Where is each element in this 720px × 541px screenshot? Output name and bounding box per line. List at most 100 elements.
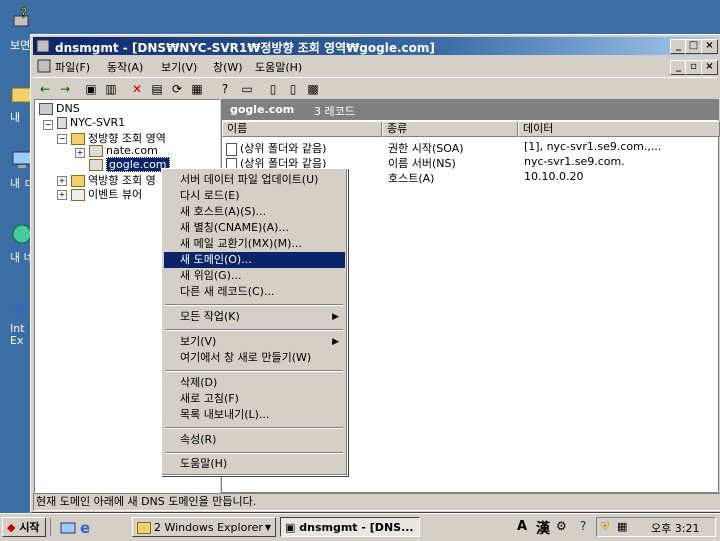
- menu-item-label: 보기(V): [180, 335, 217, 348]
- menu-separator: [165, 427, 343, 429]
- dropdown-arrow-icon: ▼: [264, 523, 271, 532]
- show-tree-icon[interactable]: ▥: [103, 81, 119, 97]
- network-connection-icon[interactable]: ▦: [617, 520, 627, 533]
- table-row[interactable]: (상위 폴더와 같음): [226, 140, 326, 156]
- help-icon[interactable]: ?: [580, 519, 586, 533]
- zone-name: gogle.com: [230, 103, 295, 116]
- results-header: gogle.com 3 레코드: [222, 100, 718, 120]
- tree-node-zone-gogle[interactable]: gogle.com: [89, 157, 170, 172]
- window-title: dnsmgmt - [DNS₩NYC-SVR1₩정방향 조회 영역₩gogle.…: [55, 41, 435, 55]
- show-desktop-icon[interactable]: [60, 520, 76, 536]
- tree-label: 이벤트 뷰어: [88, 188, 143, 201]
- zone-icon: [89, 159, 103, 171]
- menu-item-refresh[interactable]: 새로 고침(F): [164, 391, 345, 407]
- expand-toggle[interactable]: +: [57, 176, 67, 186]
- title-bar[interactable]: dnsmgmt - [DNS₩NYC-SVR1₩정방향 조회 영역₩gogle.…: [33, 37, 718, 55]
- dns-app-icon: [36, 39, 50, 53]
- expand-toggle[interactable]: +: [75, 148, 85, 158]
- menu-item-export-list[interactable]: 목록 내보내기(L)...: [164, 407, 345, 423]
- collapse-toggle[interactable]: −: [43, 120, 53, 130]
- cell-data: [1], nyc-svr1.se9.com.,...: [524, 140, 662, 153]
- menu-action[interactable]: 동작(A): [107, 59, 143, 75]
- submenu-arrow-icon: ▶: [332, 312, 339, 322]
- menu-item-properties[interactable]: 속성(R): [164, 432, 345, 448]
- toolbar: ← → ▣ ▥ ✕ ▤ ⟳ ▦ ? ▭ ▯ ▯ ▩: [33, 77, 717, 100]
- ime-mode-indicator[interactable]: A: [517, 519, 527, 534]
- menu-separator: [165, 304, 343, 306]
- tree-node-zone-nate[interactable]: nate.com: [89, 144, 158, 157]
- taskbar-button-dnsmgmt[interactable]: ▣ dnsmgmt - [DNS...: [280, 517, 420, 537]
- update-server-icon[interactable]: ▯: [285, 81, 301, 97]
- clock[interactable]: 오후 3:21: [651, 520, 699, 536]
- event-viewer-icon: [71, 189, 85, 201]
- collapse-toggle[interactable]: −: [57, 134, 67, 144]
- tree-node-server[interactable]: NYC-SVR1: [57, 116, 125, 129]
- menu-window[interactable]: 창(W): [213, 59, 243, 75]
- ime-settings-icon[interactable]: ⚙: [556, 519, 567, 533]
- delete-icon[interactable]: ✕: [129, 81, 145, 97]
- expand-toggle[interactable]: +: [57, 190, 67, 200]
- child-close-button[interactable]: ×: [701, 60, 718, 75]
- server-icon[interactable]: ▯: [265, 81, 281, 97]
- svg-text:?: ?: [20, 6, 27, 22]
- taskbar-label: dnsmgmt - [DNS...: [299, 521, 414, 534]
- column-header-type[interactable]: 종류: [382, 121, 518, 137]
- start-label: 시작: [19, 521, 40, 534]
- menu-item-label: 모든 작업(K): [180, 310, 240, 323]
- tree-label: NYC-SVR1: [70, 116, 126, 129]
- menu-item-new-domain[interactable]: 새 도메인(O)...: [164, 252, 345, 268]
- menu-item-new-window-from-here[interactable]: 여기에서 창 새로 만들기(W): [164, 350, 345, 366]
- menu-item-delete[interactable]: 삭제(D): [164, 375, 345, 391]
- tree-node-event-viewer[interactable]: 이벤트 뷰어: [71, 186, 142, 202]
- menu-help[interactable]: 도움말(H): [255, 59, 302, 75]
- menu-separator: [165, 370, 343, 372]
- svg-text:e: e: [14, 297, 26, 320]
- tree-label: gogle.com: [106, 157, 170, 172]
- menu-item-other-new-records[interactable]: 다른 새 레코드(C)...: [164, 284, 345, 300]
- cell-type: 권한 시작(SOA): [388, 142, 464, 155]
- forward-arrow-icon[interactable]: →: [57, 81, 73, 97]
- menu-item-all-tasks[interactable]: 모든 작업(K) ▶: [164, 309, 345, 325]
- cell-name: (상위 폴더와 같음): [240, 142, 327, 155]
- console-tree-icon[interactable]: ▭: [239, 81, 255, 97]
- security-shield-icon[interactable]: ⛨: [601, 520, 609, 534]
- properties-icon[interactable]: ▤: [149, 81, 165, 97]
- internet-explorer-icon[interactable]: e: [80, 519, 96, 537]
- menu-item-new-delegation[interactable]: 새 위임(G)...: [164, 268, 345, 284]
- menu-item-new-mx[interactable]: 새 메일 교환기(MX)(M)...: [164, 236, 345, 252]
- column-header-name[interactable]: 이름: [222, 121, 382, 137]
- mmc-window: dnsmgmt - [DNS₩NYC-SVR1₩정방향 조회 영역₩gogle.…: [30, 34, 720, 514]
- taskbar-button-explorer[interactable]: 2 Windows Explorer ▼: [132, 517, 276, 537]
- start-button[interactable]: ◆ 시작: [2, 517, 46, 537]
- menu-item-new-host[interactable]: 새 호스트(A)(S)...: [164, 204, 345, 220]
- menu-item-reload[interactable]: 다시 로드(E): [164, 188, 345, 204]
- close-button[interactable]: ×: [701, 39, 718, 54]
- child-restore-button[interactable]: ▫: [685, 60, 702, 75]
- folder-icon: [71, 133, 85, 145]
- menu-bar: 파일(F) 동작(A) 보기(V) 창(W) 도움말(H) _ ▫ ×: [33, 57, 718, 75]
- menu-item-new-alias[interactable]: 새 별칭(CNAME)(A)...: [164, 220, 345, 236]
- domain-icon[interactable]: ▩: [305, 81, 321, 97]
- menu-item-update-server-file[interactable]: 서버 데이터 파일 업데이트(U): [164, 172, 345, 188]
- refresh-icon[interactable]: ⟳: [169, 81, 185, 97]
- ime-hanja-indicator[interactable]: 漢: [536, 518, 550, 538]
- record-icon: [226, 142, 237, 156]
- menu-file[interactable]: 파일(F): [55, 59, 90, 75]
- tree-node-dns[interactable]: DNS: [39, 102, 80, 115]
- cell-type: 이름 서버(NS): [388, 157, 456, 170]
- back-arrow-icon[interactable]: ←: [37, 81, 53, 97]
- menu-view[interactable]: 보기(V): [161, 59, 197, 75]
- help-book-icon[interactable]: ?: [217, 81, 233, 97]
- system-tray: ⛨ ▦ 오후 3:21: [596, 517, 716, 537]
- up-folder-icon[interactable]: ▣: [83, 81, 99, 97]
- column-header-data[interactable]: 데이터: [518, 121, 720, 137]
- menu-item-view[interactable]: 보기(V) ▶: [164, 334, 345, 350]
- tree-label: DNS: [56, 102, 80, 115]
- menu-separator: [165, 329, 343, 331]
- menu-item-help[interactable]: 도움말(H): [164, 456, 345, 472]
- dns-icon: [39, 103, 53, 115]
- folder-icon: [137, 522, 151, 534]
- export-list-icon[interactable]: ▦: [189, 81, 205, 97]
- help-icon: ?: [13, 6, 29, 27]
- maximize-button[interactable]: □: [685, 39, 702, 54]
